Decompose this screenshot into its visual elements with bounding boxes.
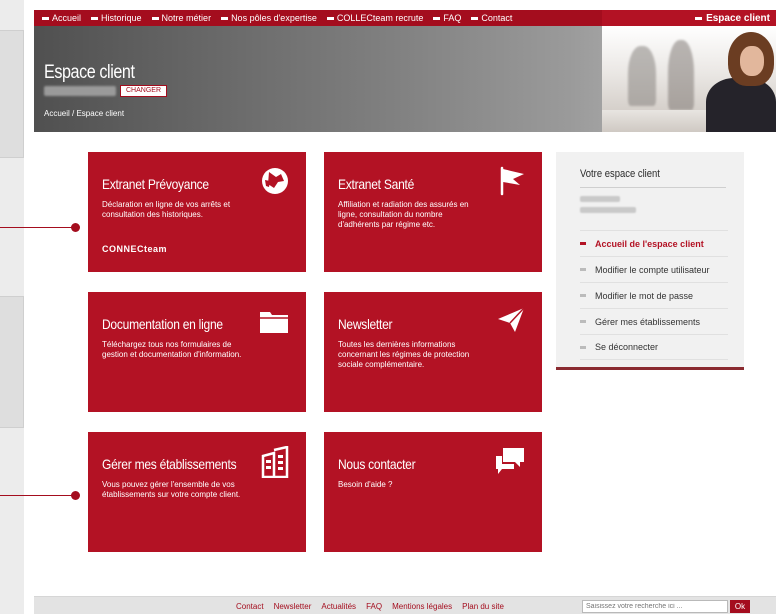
photo-background-person [628, 46, 656, 106]
footer-link-actualites[interactable]: Actualités [321, 602, 356, 611]
footer-link-plan-du-site[interactable]: Plan du site [462, 602, 504, 611]
tile-extranet-sante[interactable]: Extranet Santé Affiliation et radiation … [324, 152, 542, 272]
nav-item-recrute[interactable]: COLLECteam recrute [326, 10, 423, 26]
footer-link-faq[interactable]: FAQ [366, 602, 382, 611]
tile-description: Déclaration en ligne de vos arrêts et co… [102, 200, 231, 219]
tile-title: Extranet Prévoyance [102, 176, 209, 192]
change-button[interactable]: CHANGER [120, 85, 168, 97]
tile-title: Nous contacter [338, 456, 416, 472]
sidebar-item-gerer-etablissements[interactable]: Gérer mes établissements [580, 308, 728, 334]
bullet-icon [91, 16, 99, 20]
bullet-icon [151, 16, 159, 20]
bullet-icon [580, 242, 586, 245]
connector-dot [71, 223, 80, 232]
paper-plane-icon [498, 307, 525, 332]
tile-nous-contacter[interactable]: Nous contacter Besoin d'aide ? [324, 432, 542, 552]
footer-links: Contact Newsletter Actualités FAQ Mentio… [236, 597, 504, 614]
tile-description: Toutes les dernières informations concer… [338, 340, 470, 369]
bullet-icon [580, 345, 586, 349]
breadcrumb: Accueil / Espace client [44, 109, 125, 118]
nav-item-accueil[interactable]: Accueil [42, 10, 81, 26]
search-ok-button[interactable]: Ok [730, 600, 750, 613]
photo-woman-body [706, 78, 776, 132]
bullet-icon [326, 16, 334, 20]
tile-documentation[interactable]: Documentation en ligne Téléchargez tous … [88, 292, 306, 412]
photo-background-person [668, 40, 694, 110]
flag-icon [500, 166, 524, 196]
bullet-icon [695, 16, 703, 20]
bullet-icon [221, 16, 229, 20]
left-side-panel [0, 296, 24, 428]
tile-description: Téléchargez tous nos formulaires de gest… [102, 340, 242, 359]
connector-line [0, 227, 76, 228]
page-banner: Espace client CHANGER Accueil / Espace c… [34, 26, 776, 132]
footer-link-mentions-legales[interactable]: Mentions légales [392, 602, 452, 611]
sidebar-item-modifier-mot-de-passe[interactable]: Modifier le mot de passe [580, 282, 728, 308]
tile-extranet-prevoyance[interactable]: Extranet Prévoyance Déclaration en ligne… [88, 152, 306, 272]
bullet-icon [580, 268, 586, 271]
connector-dot [71, 491, 80, 500]
tile-description: Vous pouvez gérer l'ensemble de vos étab… [102, 480, 241, 499]
tile-newsletter[interactable]: Newsletter Toutes les dernières informat… [324, 292, 542, 412]
footer-link-contact[interactable]: Contact [236, 602, 264, 611]
nav-item-espace-client[interactable]: Espace client [602, 10, 776, 26]
office-photo [602, 26, 776, 132]
blurred-user-info [580, 207, 636, 213]
blurred-user-name [44, 86, 116, 96]
search-input[interactable] [582, 600, 728, 613]
sidebar-title: Votre espace client [580, 168, 660, 180]
connecteam-logo: CONNECteam [102, 244, 168, 254]
sidebar-item-accueil[interactable]: Accueil de l'espace client [580, 230, 728, 256]
chat-bubbles-icon [496, 448, 524, 474]
sidebar-item-modifier-compte[interactable]: Modifier le compte utilisateur [580, 256, 728, 282]
nav-item-notre-metier[interactable]: Notre métier [151, 10, 211, 26]
buildings-icon [261, 446, 289, 478]
sidebar-espace-client: Votre espace client Accueil de l'espace … [556, 152, 744, 370]
sidebar-menu: Accueil de l'espace client Modifier le c… [580, 230, 728, 360]
page-title: Espace client [44, 62, 135, 83]
globe-icon [262, 168, 288, 194]
bullet-icon [580, 294, 586, 297]
footer: Contact Newsletter Actualités FAQ Mentio… [34, 596, 776, 614]
bullet-icon [580, 320, 586, 323]
folder-icon [260, 312, 288, 333]
tile-title: Documentation en ligne [102, 316, 223, 332]
tile-title: Extranet Santé [338, 176, 415, 192]
tile-description: Besoin d'aide ? [338, 480, 393, 489]
bullet-icon [42, 16, 49, 20]
bullet-icon [471, 16, 479, 20]
sidebar-item-se-deconnecter[interactable]: Se déconnecter [580, 334, 728, 360]
tile-title: Gérer mes établissements [102, 456, 237, 472]
connector-line [0, 495, 76, 496]
top-navigation: Accueil Historique Notre métier Nos pôle… [34, 10, 776, 26]
nav-item-historique[interactable]: Historique [91, 10, 142, 26]
nav-item-poles-expertise[interactable]: Nos pôles d'expertise [221, 10, 317, 26]
tile-description: Affiliation et radiation des assurés en … [338, 200, 469, 229]
footer-link-newsletter[interactable]: Newsletter [274, 602, 312, 611]
left-side-panel [0, 30, 24, 158]
nav-item-contact[interactable]: Contact [471, 10, 512, 26]
blurred-user-info [580, 196, 620, 202]
page: Accueil Historique Notre métier Nos pôle… [0, 0, 776, 614]
photo-woman-face [740, 46, 764, 76]
sidebar-divider [580, 187, 726, 188]
tile-title: Newsletter [338, 316, 393, 332]
tile-gerer-etablissements[interactable]: Gérer mes établissements Vous pouvez gér… [88, 432, 306, 552]
bullet-icon [433, 16, 441, 20]
nav-item-faq[interactable]: FAQ [433, 10, 461, 26]
